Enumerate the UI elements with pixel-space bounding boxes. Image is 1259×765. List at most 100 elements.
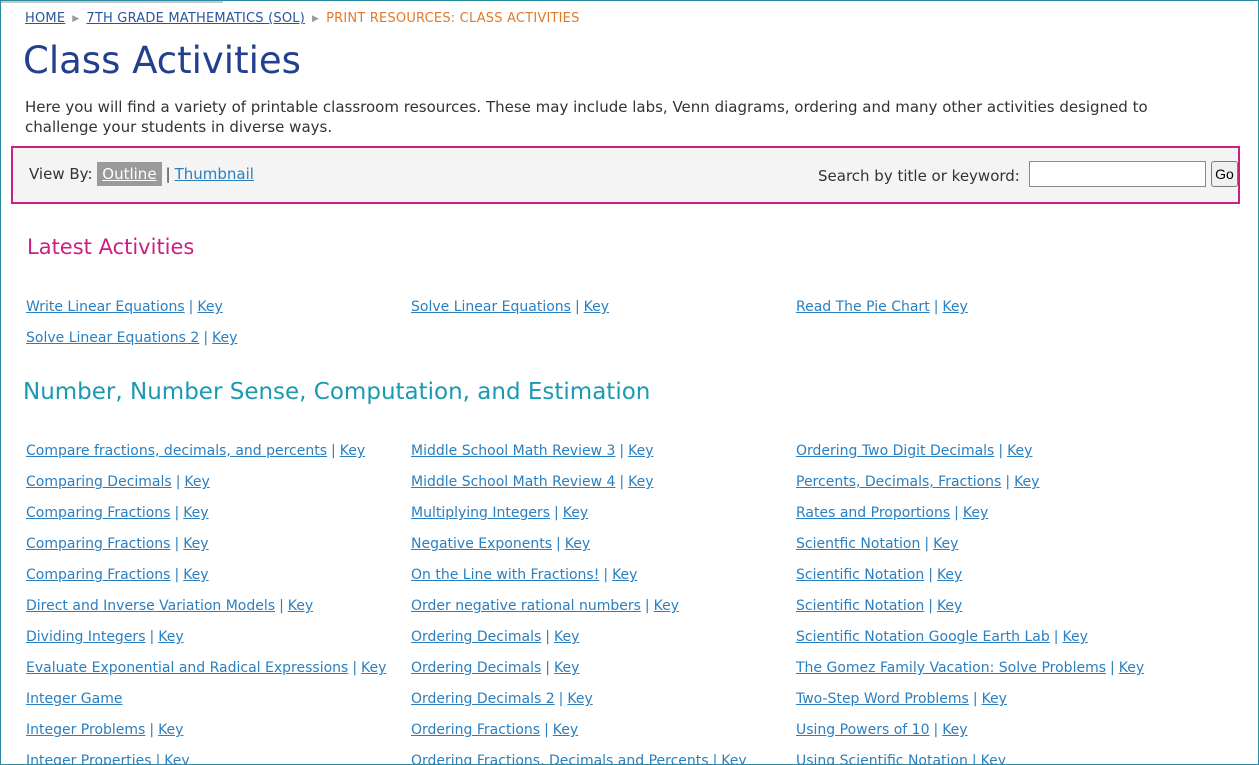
activity-item: Ordering Decimals | Key xyxy=(411,629,796,660)
activity-title-link[interactable]: Negative Exponents xyxy=(411,536,552,552)
answer-key-link[interactable]: Key xyxy=(1062,629,1087,645)
answer-key-link[interactable]: Key xyxy=(340,443,365,459)
link-separator: | xyxy=(203,330,209,346)
answer-key-link[interactable]: Key xyxy=(288,598,313,614)
activity-title-link[interactable]: Ordering Decimals xyxy=(411,660,541,676)
activity-title-link[interactable]: Comparing Decimals xyxy=(26,474,172,490)
activity-title-link[interactable]: Ordering Fractions, Decimals and Percent… xyxy=(411,753,709,764)
activity-column: Middle School Math Review 3 | Key Middle Sc… xyxy=(411,443,796,764)
activity-title-link[interactable]: Comparing Fractions xyxy=(26,505,170,521)
activity-item: Direct and Inverse Variation Models | Key xyxy=(26,598,411,629)
answer-key-link[interactable]: Key xyxy=(553,722,578,738)
link-separator: | xyxy=(971,753,977,765)
go-button[interactable]: Go xyxy=(1211,161,1238,187)
answer-key-link[interactable]: Key xyxy=(158,722,183,738)
answer-key-link[interactable]: Key xyxy=(937,598,962,614)
activity-item: Negative Exponents | Key xyxy=(411,536,796,567)
breadcrumb-course-link[interactable]: 7TH GRADE MATHEMATICS (SOL) xyxy=(86,11,305,26)
answer-key-link[interactable]: Key xyxy=(158,629,183,645)
answer-key-link[interactable]: Key xyxy=(937,567,962,583)
activity-title-link[interactable]: Ordering Fractions xyxy=(411,722,540,738)
page-title: Class Activities xyxy=(23,39,301,82)
activity-item: Integer Problems | Key xyxy=(26,722,411,753)
activity-title-link[interactable]: Compare fractions, decimals, and percent… xyxy=(26,443,327,459)
activity-title-link[interactable]: Multiplying Integers xyxy=(411,505,550,521)
activity-column: Write Linear Equations | Key Solve Linear E… xyxy=(26,299,411,361)
activity-title-link[interactable]: Comparing Fractions xyxy=(26,536,170,552)
link-separator: | xyxy=(175,474,181,490)
view-thumbnail-link[interactable]: Thumbnail xyxy=(175,165,254,183)
activity-title-link[interactable]: Middle School Math Review 3 xyxy=(411,443,615,459)
answer-key-link[interactable]: Key xyxy=(183,505,208,521)
answer-key-link[interactable]: Key xyxy=(1014,474,1039,490)
link-separator: | xyxy=(644,598,650,614)
activity-title-link[interactable]: Ordering Decimals 2 xyxy=(411,691,555,707)
answer-key-link[interactable]: Key xyxy=(1007,443,1032,459)
activity-title-link[interactable]: Scientific Notation xyxy=(796,598,924,614)
page-intro: Here you will find a variety of printabl… xyxy=(25,98,1148,136)
activity-title-link[interactable]: Rates and Proportions xyxy=(796,505,950,521)
activity-title-link[interactable]: Scientfic Notation xyxy=(796,536,920,552)
answer-key-link[interactable]: Key xyxy=(654,598,679,614)
view-outline-link[interactable]: Outline xyxy=(97,162,162,186)
answer-key-link[interactable]: Key xyxy=(612,567,637,583)
activity-title-link[interactable]: On the Line with Fractions! xyxy=(411,567,599,583)
activity-title-link[interactable]: Order negative rational numbers xyxy=(411,598,641,614)
search-input[interactable] xyxy=(1029,161,1206,187)
activity-title-link[interactable]: Read The Pie Chart xyxy=(796,299,930,315)
answer-key-link[interactable]: Key xyxy=(563,505,588,521)
answer-key-link[interactable]: Key xyxy=(197,299,222,315)
activity-item: Ordering Fractions | Key xyxy=(411,722,796,753)
activity-title-link[interactable]: Solve Linear Equations 2 xyxy=(26,330,199,346)
activity-title-link[interactable]: Integer Problems xyxy=(26,722,145,738)
link-separator: | xyxy=(972,691,978,707)
activity-title-link[interactable]: Using Scientific Notation xyxy=(796,753,968,764)
activity-title-link[interactable]: Dividing Integers xyxy=(26,629,146,645)
answer-key-link[interactable]: Key xyxy=(933,536,958,552)
answer-key-link[interactable]: Key xyxy=(164,753,189,764)
link-separator: | xyxy=(155,753,161,765)
activity-title-link[interactable]: Scientific Notation Google Earth Lab xyxy=(796,629,1050,645)
answer-key-link[interactable]: Key xyxy=(183,567,208,583)
answer-key-link[interactable]: Key xyxy=(361,660,386,676)
activity-title-link[interactable]: Ordering Two Digit Decimals xyxy=(796,443,994,459)
activity-column: Compare fractions, decimals, and percent… xyxy=(26,443,411,765)
answer-key-link[interactable]: Key xyxy=(942,722,967,738)
answer-key-link[interactable]: Key xyxy=(183,536,208,552)
answer-key-link[interactable]: Key xyxy=(942,299,967,315)
answer-key-link[interactable]: Key xyxy=(721,753,746,764)
answer-key-link[interactable]: Key xyxy=(1119,660,1144,676)
answer-key-link[interactable]: Key xyxy=(184,474,209,490)
answer-key-link[interactable]: Key xyxy=(628,474,653,490)
activity-title-link[interactable]: Direct and Inverse Variation Models xyxy=(26,598,275,614)
answer-key-link[interactable]: Key xyxy=(628,443,653,459)
link-separator: | xyxy=(149,629,155,645)
link-separator: | xyxy=(928,567,933,583)
activity-title-link[interactable]: Evaluate Exponential and Radical Express… xyxy=(26,660,348,676)
link-separator: | xyxy=(603,567,609,583)
activity-title-link[interactable]: Middle School Math Review 4 xyxy=(411,474,615,490)
activity-title-link[interactable]: Using Powers of 10 xyxy=(796,722,929,738)
answer-key-link[interactable]: Key xyxy=(963,505,988,521)
answer-key-link[interactable]: Key xyxy=(982,691,1007,707)
activity-title-link[interactable]: The Gomez Family Vacation: Solve Problem… xyxy=(796,660,1106,676)
activity-title-link[interactable]: Comparing Fractions xyxy=(26,567,170,583)
answer-key-link[interactable]: Key xyxy=(554,660,579,676)
activity-title-link[interactable]: Ordering Decimals xyxy=(411,629,541,645)
activity-title-link[interactable]: Solve Linear Equations xyxy=(411,299,571,315)
activity-title-link[interactable]: Scientific Notation xyxy=(796,567,924,583)
breadcrumb-home-link[interactable]: HOME xyxy=(25,11,65,26)
activity-title-link[interactable]: Integer Properties xyxy=(26,753,152,764)
answer-key-link[interactable]: Key xyxy=(554,629,579,645)
activity-item: Compare fractions, decimals, and percent… xyxy=(26,443,411,474)
answer-key-link[interactable]: Key xyxy=(584,299,609,315)
answer-key-link[interactable]: Key xyxy=(565,536,590,552)
answer-key-link[interactable]: Key xyxy=(567,691,592,707)
activity-title-link[interactable]: Percents, Decimals, Fractions xyxy=(796,474,1001,490)
activity-title-link[interactable]: Write Linear Equations xyxy=(26,299,185,315)
activity-title-link[interactable]: Two-Step Word Problems xyxy=(796,691,969,707)
answer-key-link[interactable]: Key xyxy=(212,330,237,346)
link-separator: | xyxy=(1110,660,1115,676)
activity-title-link[interactable]: Integer Game xyxy=(26,691,123,707)
answer-key-link[interactable]: Key xyxy=(981,753,1006,764)
